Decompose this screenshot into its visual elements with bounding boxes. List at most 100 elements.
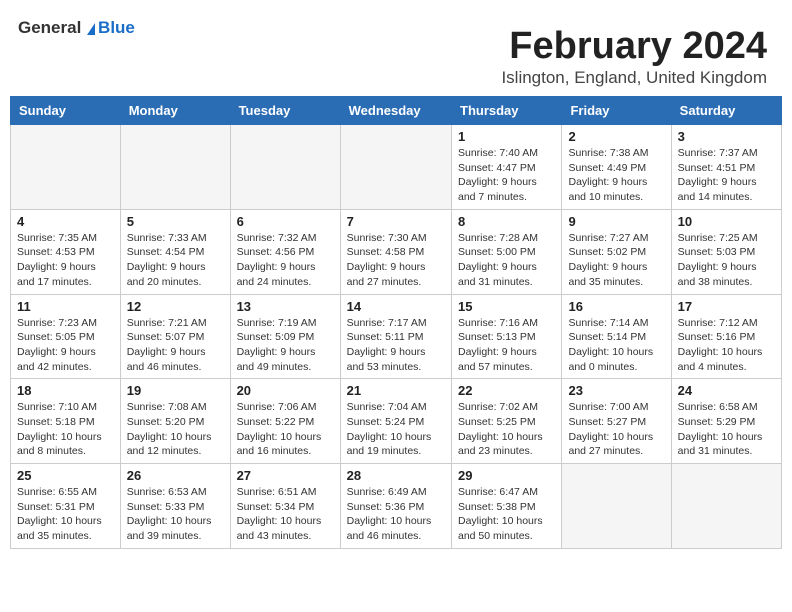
day-info: Sunrise: 6:49 AM Sunset: 5:36 PM Dayligh… <box>347 485 445 544</box>
day-info: Sunrise: 7:06 AM Sunset: 5:22 PM Dayligh… <box>237 400 334 459</box>
day-number: 3 <box>678 129 775 144</box>
logo-general: General <box>18 18 81 37</box>
table-row: 29Sunrise: 6:47 AM Sunset: 5:38 PM Dayli… <box>452 464 562 549</box>
table-row <box>11 125 121 210</box>
week-row-3: 11 Sunrise: 7:23 AM Sunset: 5:05 PM Dayli… <box>11 294 782 379</box>
table-row: 22 Sunrise: 7:02 AM Sunset: 5:25 PM Dayli… <box>452 379 562 464</box>
day-number: 6 <box>237 214 334 229</box>
table-row: 7 Sunrise: 7:30 AM Sunset: 4:58 PM Daylig… <box>340 209 451 294</box>
calendar-table: Sunday Monday Tuesday Wednesday Thursday… <box>10 96 782 549</box>
page-wrapper: General Blue February 2024 Islington, En… <box>0 0 792 569</box>
day-number: 29 <box>458 468 555 483</box>
table-row: 13Sunrise: 7:19 AM Sunset: 5:09 PM Dayli… <box>230 294 340 379</box>
day-info: Sunrise: 6:53 AM Sunset: 5:33 PM Dayligh… <box>127 485 224 544</box>
day-info: Sunrise: 7:23 AM Sunset: 5:05 PM Dayligh… <box>17 316 114 375</box>
table-row: 15 Sunrise: 7:16 AM Sunset: 5:13 PM Dayli… <box>452 294 562 379</box>
day-number: 5 <box>127 214 224 229</box>
col-tuesday: Tuesday <box>230 97 340 125</box>
day-number: 22 <box>458 383 555 398</box>
table-row: 3Sunrise: 7:37 AM Sunset: 4:51 PM Daylig… <box>671 125 781 210</box>
day-info: Sunrise: 7:33 AM Sunset: 4:54 PM Dayligh… <box>127 231 224 290</box>
table-row: 8 Sunrise: 7:28 AM Sunset: 5:00 PM Daylig… <box>452 209 562 294</box>
day-number: 26 <box>127 468 224 483</box>
table-row <box>230 125 340 210</box>
day-number: 8 <box>458 214 555 229</box>
table-row: 4 Sunrise: 7:35 AM Sunset: 4:53 PM Daylig… <box>11 209 121 294</box>
table-row: 20Sunrise: 7:06 AM Sunset: 5:22 PM Dayli… <box>230 379 340 464</box>
col-friday: Friday <box>562 97 671 125</box>
day-number: 1 <box>458 129 555 144</box>
day-info: Sunrise: 7:10 AM Sunset: 5:18 PM Dayligh… <box>17 400 114 459</box>
day-info: Sunrise: 7:25 AM Sunset: 5:03 PM Dayligh… <box>678 231 775 290</box>
table-row: 28 Sunrise: 6:49 AM Sunset: 5:36 PM Dayli… <box>340 464 451 549</box>
day-number: 25 <box>17 468 114 483</box>
day-info: Sunrise: 7:35 AM Sunset: 4:53 PM Dayligh… <box>17 231 114 290</box>
day-number: 7 <box>347 214 445 229</box>
week-row-5: 25 Sunrise: 6:55 AM Sunset: 5:31 PM Dayli… <box>11 464 782 549</box>
day-number: 2 <box>568 129 664 144</box>
day-info: Sunrise: 7:30 AM Sunset: 4:58 PM Dayligh… <box>347 231 445 290</box>
day-info: Sunrise: 7:08 AM Sunset: 5:20 PM Dayligh… <box>127 400 224 459</box>
col-monday: Monday <box>120 97 230 125</box>
table-row: 26 Sunrise: 6:53 AM Sunset: 5:33 PM Dayli… <box>120 464 230 549</box>
day-number: 15 <box>458 299 555 314</box>
table-row: 2 Sunrise: 7:38 AM Sunset: 4:49 PM Daylig… <box>562 125 671 210</box>
table-row: 17 Sunrise: 7:12 AM Sunset: 5:16 PM Dayli… <box>671 294 781 379</box>
day-info: Sunrise: 7:40 AM Sunset: 4:47 PM Dayligh… <box>458 146 555 205</box>
col-wednesday: Wednesday <box>340 97 451 125</box>
day-number: 9 <box>568 214 664 229</box>
table-row: 1 Sunrise: 7:40 AM Sunset: 4:47 PM Daylig… <box>452 125 562 210</box>
calendar-header-row: Sunday Monday Tuesday Wednesday Thursday… <box>11 97 782 125</box>
logo: General Blue <box>18 18 135 38</box>
week-row-2: 4 Sunrise: 7:35 AM Sunset: 4:53 PM Daylig… <box>11 209 782 294</box>
table-row: 11 Sunrise: 7:23 AM Sunset: 5:05 PM Dayli… <box>11 294 121 379</box>
day-number: 28 <box>347 468 445 483</box>
col-thursday: Thursday <box>452 97 562 125</box>
day-number: 16 <box>568 299 664 314</box>
table-row: 5 Sunrise: 7:33 AM Sunset: 4:54 PM Daylig… <box>120 209 230 294</box>
day-number: 10 <box>678 214 775 229</box>
day-info: Sunrise: 7:21 AM Sunset: 5:07 PM Dayligh… <box>127 316 224 375</box>
logo-arrow-icon <box>87 23 95 35</box>
week-row-4: 18 Sunrise: 7:10 AM Sunset: 5:18 PM Dayli… <box>11 379 782 464</box>
day-info: Sunrise: 6:51 AM Sunset: 5:34 PM Dayligh… <box>237 485 334 544</box>
day-number: 19 <box>127 383 224 398</box>
table-row: 6 Sunrise: 7:32 AM Sunset: 4:56 PM Daylig… <box>230 209 340 294</box>
day-info: Sunrise: 7:32 AM Sunset: 4:56 PM Dayligh… <box>237 231 334 290</box>
day-info: Sunrise: 7:14 AM Sunset: 5:14 PM Dayligh… <box>568 316 664 375</box>
day-info: Sunrise: 7:28 AM Sunset: 5:00 PM Dayligh… <box>458 231 555 290</box>
day-number: 11 <box>17 299 114 314</box>
col-saturday: Saturday <box>671 97 781 125</box>
day-info: Sunrise: 7:19 AM Sunset: 5:09 PM Dayligh… <box>237 316 334 375</box>
day-number: 24 <box>678 383 775 398</box>
day-info: Sunrise: 7:38 AM Sunset: 4:49 PM Dayligh… <box>568 146 664 205</box>
table-row: 16 Sunrise: 7:14 AM Sunset: 5:14 PM Dayli… <box>562 294 671 379</box>
day-info: Sunrise: 6:55 AM Sunset: 5:31 PM Dayligh… <box>17 485 114 544</box>
table-row <box>340 125 451 210</box>
table-row: 14Sunrise: 7:17 AM Sunset: 5:11 PM Dayli… <box>340 294 451 379</box>
table-row: 27 Sunrise: 6:51 AM Sunset: 5:34 PM Dayli… <box>230 464 340 549</box>
table-row <box>671 464 781 549</box>
table-row: 10 Sunrise: 7:25 AM Sunset: 5:03 PM Dayli… <box>671 209 781 294</box>
table-row: 19 Sunrise: 7:08 AM Sunset: 5:20 PM Dayli… <box>120 379 230 464</box>
col-sunday: Sunday <box>11 97 121 125</box>
day-number: 27 <box>237 468 334 483</box>
day-info: Sunrise: 7:12 AM Sunset: 5:16 PM Dayligh… <box>678 316 775 375</box>
table-row: 25 Sunrise: 6:55 AM Sunset: 5:31 PM Dayli… <box>11 464 121 549</box>
day-number: 4 <box>17 214 114 229</box>
table-row: 21Sunrise: 7:04 AM Sunset: 5:24 PM Dayli… <box>340 379 451 464</box>
week-row-1: 1 Sunrise: 7:40 AM Sunset: 4:47 PM Daylig… <box>11 125 782 210</box>
table-row: 18 Sunrise: 7:10 AM Sunset: 5:18 PM Dayli… <box>11 379 121 464</box>
day-number: 23 <box>568 383 664 398</box>
day-info: Sunrise: 7:16 AM Sunset: 5:13 PM Dayligh… <box>458 316 555 375</box>
page-subtitle: Islington, England, United Kingdom <box>10 68 767 88</box>
day-info: Sunrise: 6:58 AM Sunset: 5:29 PM Dayligh… <box>678 400 775 459</box>
day-number: 18 <box>17 383 114 398</box>
day-number: 17 <box>678 299 775 314</box>
day-info: Sunrise: 7:02 AM Sunset: 5:25 PM Dayligh… <box>458 400 555 459</box>
day-info: Sunrise: 7:04 AM Sunset: 5:24 PM Dayligh… <box>347 400 445 459</box>
table-row: 12Sunrise: 7:21 AM Sunset: 5:07 PM Dayli… <box>120 294 230 379</box>
day-info: Sunrise: 7:17 AM Sunset: 5:11 PM Dayligh… <box>347 316 445 375</box>
table-row <box>562 464 671 549</box>
day-info: Sunrise: 7:27 AM Sunset: 5:02 PM Dayligh… <box>568 231 664 290</box>
